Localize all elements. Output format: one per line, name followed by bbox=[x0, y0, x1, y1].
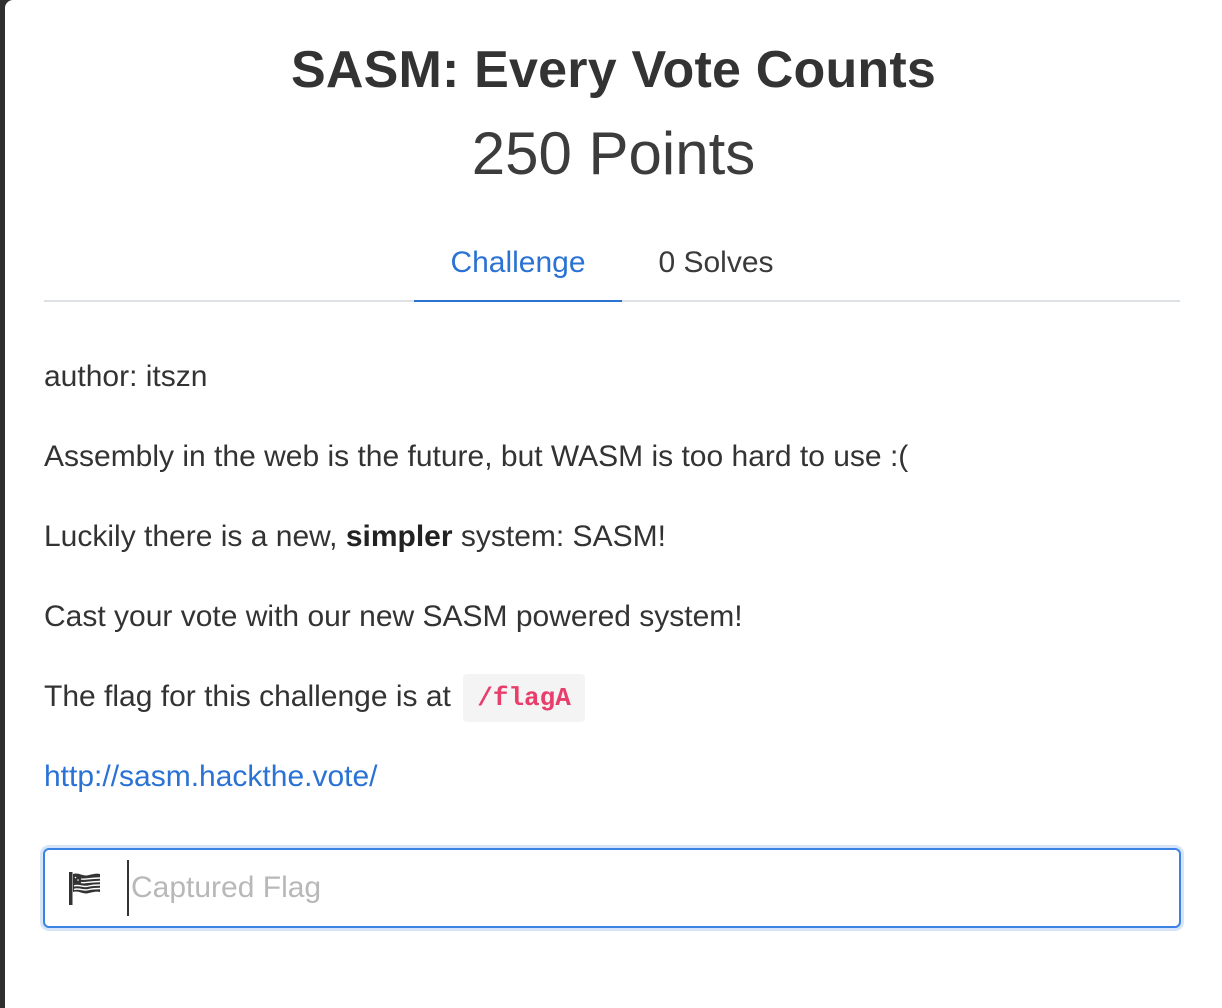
challenge-title: SASM: Every Vote Counts bbox=[290, 41, 937, 99]
bold-text: simpler bbox=[345, 520, 453, 553]
tab-solves[interactable]: 0 Solves bbox=[622, 232, 810, 302]
challenge-points: 250 Points bbox=[471, 120, 756, 187]
link-line: http://sasm.hackthe.vote/ bbox=[44, 752, 1180, 832]
description-line: Luckily there is a new, simpler system: … bbox=[44, 512, 1180, 592]
author-line: author: itszn bbox=[44, 360, 208, 393]
challenge-link[interactable]: http://sasm.hackthe.vote/ bbox=[44, 760, 378, 793]
description-text: system: SASM! bbox=[452, 520, 666, 553]
flag-icon bbox=[69, 872, 101, 905]
flag-location-line: The flag for this challenge is at /flagA bbox=[44, 672, 1180, 752]
challenge-modal: SASM: Every Vote Counts 250 Points Chall… bbox=[5, 0, 1222, 1008]
flag-input[interactable] bbox=[127, 860, 1161, 916]
challenge-tabs: Challenge 0 Solves bbox=[44, 232, 1180, 302]
description-text: The flag for this challenge is at bbox=[44, 680, 460, 713]
description-line: Cast your vote with our new SASM powered… bbox=[44, 600, 743, 633]
flag-path-code: /flagA bbox=[463, 674, 585, 723]
tab-challenge[interactable]: Challenge bbox=[414, 232, 622, 302]
description-line: Assembly in the web is the future, but W… bbox=[44, 440, 909, 473]
flag-input-group[interactable] bbox=[43, 848, 1181, 928]
description-text: Luckily there is a new, bbox=[44, 520, 346, 553]
challenge-description: author: itszn Assembly in the web is the… bbox=[44, 352, 1180, 832]
